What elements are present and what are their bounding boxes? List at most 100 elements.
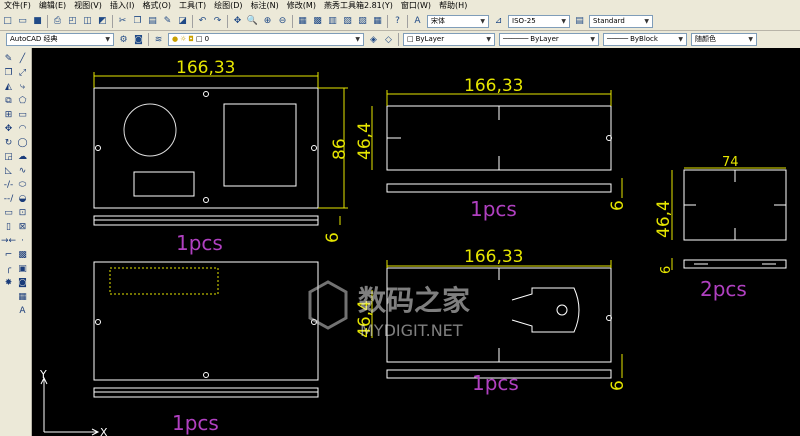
menu-view[interactable]: 视图(V)	[70, 0, 106, 12]
zoom-realtime-icon[interactable]: 🔍	[246, 15, 259, 28]
cut-icon[interactable]: ✂	[116, 15, 129, 28]
front-panel-round-hole[interactable]	[123, 103, 177, 157]
menu-file[interactable]: 文件(F)	[0, 0, 35, 12]
rotate-icon[interactable]: ↻	[2, 136, 15, 149]
erase-icon[interactable]: ✎	[2, 52, 15, 65]
sheet-set-icon[interactable]: ▧	[341, 15, 354, 28]
fillet-icon[interactable]: ╭	[2, 262, 15, 275]
explode-icon[interactable]: ✸	[2, 276, 15, 289]
redo-icon[interactable]: ↷	[211, 15, 224, 28]
construction-line-icon[interactable]: ⤢	[16, 66, 29, 79]
menu-tools[interactable]: 工具(T)	[175, 0, 210, 12]
zoom-previous-icon[interactable]: ⊖	[276, 15, 289, 28]
menu-insert[interactable]: 插入(I)	[106, 0, 139, 12]
point-icon[interactable]: ·	[16, 234, 29, 247]
make-block-icon[interactable]: ⊠	[16, 220, 29, 233]
print-preview-icon[interactable]: ◰	[66, 15, 79, 28]
multiline-text-icon[interactable]: A	[16, 304, 29, 317]
break-icon[interactable]: ▯	[2, 220, 15, 233]
join-icon[interactable]: →←	[1, 234, 16, 247]
layer-combo[interactable]: ● ☼ ◘ □ 0 ▼	[168, 33, 364, 46]
dimstyle-combo[interactable]: ISO-25 ▼	[508, 14, 570, 28]
scale-icon[interactable]: ◲	[2, 150, 15, 163]
ucs-y-label: Y	[39, 368, 47, 381]
gradient-icon[interactable]: ▣	[16, 262, 29, 275]
menu-yanxiu-toolbox[interactable]: 燕秀工具箱2.81(Y)	[320, 0, 397, 12]
table-icon[interactable]: ▦	[16, 290, 29, 303]
move-icon[interactable]: ✥	[2, 122, 15, 135]
linetype-combo[interactable]: ────── ByLayer ▼	[499, 33, 599, 46]
properties-icon[interactable]: ▦	[296, 15, 309, 28]
workspace-settings-icon[interactable]: ⚙	[117, 33, 130, 46]
top-cover-side-view[interactable]	[386, 183, 612, 193]
font-combo[interactable]: 宋体 ▼	[427, 14, 489, 28]
region-icon[interactable]: ◙	[16, 276, 29, 289]
make-object-layer-current-icon[interactable]: ◈	[367, 33, 380, 46]
ellipse-arc-icon[interactable]: ◒	[16, 192, 29, 205]
markup-icon[interactable]: ▨	[356, 15, 369, 28]
save-icon[interactable]: ■	[31, 15, 44, 28]
hatch-icon[interactable]: ▩	[16, 248, 29, 261]
drawing-canvas[interactable]: 166,33 86 6 166,33 46,4 6 74 46,4 6 166,…	[32, 48, 800, 436]
3d-publish-icon[interactable]: ◩	[96, 15, 109, 28]
zoom-window-icon[interactable]: ⊕	[261, 15, 274, 28]
chamfer-icon[interactable]: ⌐	[2, 248, 15, 261]
workspace-combo[interactable]: AutoCAD 经典 ▼	[6, 33, 114, 46]
mirror-icon[interactable]: ◭	[2, 80, 15, 93]
menu-modify[interactable]: 修改(M)	[283, 0, 320, 12]
dimension-style-icon[interactable]: ⊿	[492, 15, 505, 28]
line-icon[interactable]: ╱	[16, 52, 29, 65]
front-panel-outline[interactable]	[93, 87, 319, 209]
ellipse-icon[interactable]: ⬭	[16, 178, 29, 191]
undo-icon[interactable]: ↶	[196, 15, 209, 28]
match-properties-icon[interactable]: ✎	[161, 15, 174, 28]
copy-icon[interactable]: ❐	[131, 15, 144, 28]
publish-icon[interactable]: ◫	[81, 15, 94, 28]
calculator-icon[interactable]: ▦	[371, 15, 384, 28]
paste-icon[interactable]: ▤	[146, 15, 159, 28]
help-icon[interactable]: ?	[391, 15, 404, 28]
menu-dimension[interactable]: 标注(N)	[247, 0, 283, 12]
layer-manager-icon[interactable]: ≋	[152, 33, 165, 46]
new-icon[interactable]: □	[1, 15, 14, 28]
break-at-point-icon[interactable]: ▭	[2, 206, 15, 219]
lineweight-combo[interactable]: ───── ByBlock ▼	[603, 33, 687, 46]
circle-icon[interactable]: ◯	[16, 136, 29, 149]
front-panel-display-cutout[interactable]	[223, 103, 297, 187]
color-combo[interactable]: □ ByLayer ▼	[403, 33, 495, 46]
extend-icon[interactable]: --/	[2, 192, 15, 205]
menu-edit[interactable]: 编辑(E)	[35, 0, 70, 12]
layer-previous-icon[interactable]: ◇	[382, 33, 395, 46]
array-icon[interactable]: ⊞	[2, 108, 15, 121]
arc-icon[interactable]: ◠	[16, 122, 29, 135]
menu-format[interactable]: 格式(O)	[138, 0, 175, 12]
table-style-icon[interactable]: ▤	[573, 15, 586, 28]
rear-panel-label-area[interactable]	[109, 267, 219, 295]
menu-window[interactable]: 窗口(W)	[397, 0, 435, 12]
trim-icon[interactable]: -/-	[2, 178, 15, 191]
copy-object-icon[interactable]: ❐	[2, 66, 15, 79]
pan-icon[interactable]: ✥	[231, 15, 244, 28]
front-panel-switch-cutout[interactable]	[133, 171, 195, 197]
stretch-icon[interactable]: ◺	[2, 164, 15, 177]
rear-panel-outline[interactable]	[93, 261, 319, 381]
block-editor-icon[interactable]: ◪	[176, 15, 189, 28]
offset-icon[interactable]: ⧉	[2, 94, 15, 107]
bottom-cover-tab[interactable]	[511, 287, 580, 333]
workspace-save-icon[interactable]: ◙	[132, 33, 145, 46]
menu-draw[interactable]: 绘图(D)	[210, 0, 246, 12]
rectangle-icon[interactable]: ▭	[16, 108, 29, 121]
text-style-icon[interactable]: A	[411, 15, 424, 28]
polyline-icon[interactable]: ⤷	[16, 80, 29, 93]
revision-cloud-icon[interactable]: ☁	[16, 150, 29, 163]
plotstyle-combo[interactable]: 随颜色 ▼	[691, 33, 757, 46]
tool-palettes-icon[interactable]: ▥	[326, 15, 339, 28]
open-icon[interactable]: ▭	[16, 15, 29, 28]
polygon-icon[interactable]: ⬠	[16, 94, 29, 107]
textstyle-combo[interactable]: Standard ▼	[589, 14, 653, 28]
menu-help[interactable]: 帮助(H)	[435, 0, 471, 12]
design-center-icon[interactable]: ▩	[311, 15, 324, 28]
insert-block-icon[interactable]: ⊡	[16, 206, 29, 219]
spline-icon[interactable]: ∿	[16, 164, 29, 177]
print-icon[interactable]: ⎙	[51, 15, 64, 28]
